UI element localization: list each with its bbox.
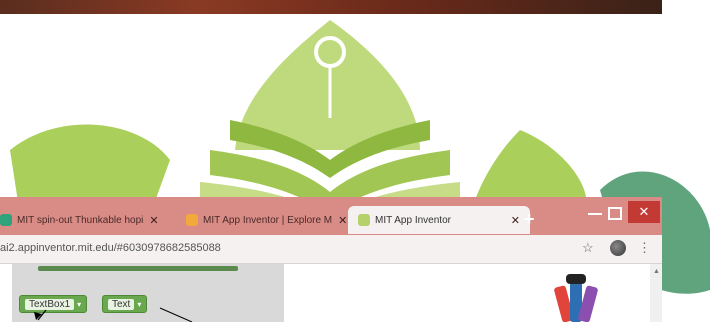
annotation-arrows <box>34 307 193 322</box>
maximize-icon[interactable] <box>608 207 622 220</box>
thunkable-icon <box>0 214 12 226</box>
window-close-icon[interactable]: ✕ <box>628 201 660 223</box>
tab-thunkable[interactable]: MIT spin-out Thunkable hopi ✕ <box>0 206 159 234</box>
paint-palette-icon <box>554 274 598 322</box>
blocks-workspace[interactable]: TextBox1 ▾ Text ▾ <box>12 264 284 322</box>
more-menu-icon[interactable]: ⋮ <box>638 240 651 256</box>
tab-bar: MIT spin-out Thunkable hopi ✕ MIT App In… <box>0 197 662 235</box>
close-icon[interactable]: ✕ <box>511 214 520 227</box>
annotation-arrow-right <box>159 307 193 322</box>
tab-label: MIT App Inventor | Explore M <box>203 214 333 226</box>
scrollbar[interactable]: ▲ <box>650 264 662 322</box>
tab-app-inventor-explore[interactable]: MIT App Inventor | Explore M ✕ <box>186 206 347 234</box>
address-bar: ai2.appinventor.mit.edu/#603097868258508… <box>0 235 662 264</box>
minimize-icon[interactable] <box>588 213 602 215</box>
url-input[interactable]: ai2.appinventor.mit.edu/#603097868258508… <box>0 242 221 254</box>
tab-label: MIT App Inventor <box>375 214 451 226</box>
page-content: TextBox1 ▾ Text ▾ ▲ <box>0 264 662 322</box>
new-tab-button[interactable]: + <box>524 209 535 230</box>
browser-window: MIT spin-out Thunkable hopi ✕ MIT App In… <box>0 197 662 322</box>
close-icon[interactable]: ✕ <box>149 214 158 227</box>
tab-app-inventor[interactable]: MIT App Inventor ✕ <box>348 206 530 234</box>
star-icon[interactable]: ☆ <box>582 240 594 256</box>
tab-label: MIT spin-out Thunkable hopi <box>17 214 144 226</box>
scroll-up-icon[interactable]: ▲ <box>653 268 660 275</box>
app-inventor-icon <box>186 214 198 226</box>
avatar[interactable] <box>610 240 626 256</box>
close-icon[interactable]: ✕ <box>338 214 347 227</box>
app-inventor-icon <box>358 214 370 226</box>
